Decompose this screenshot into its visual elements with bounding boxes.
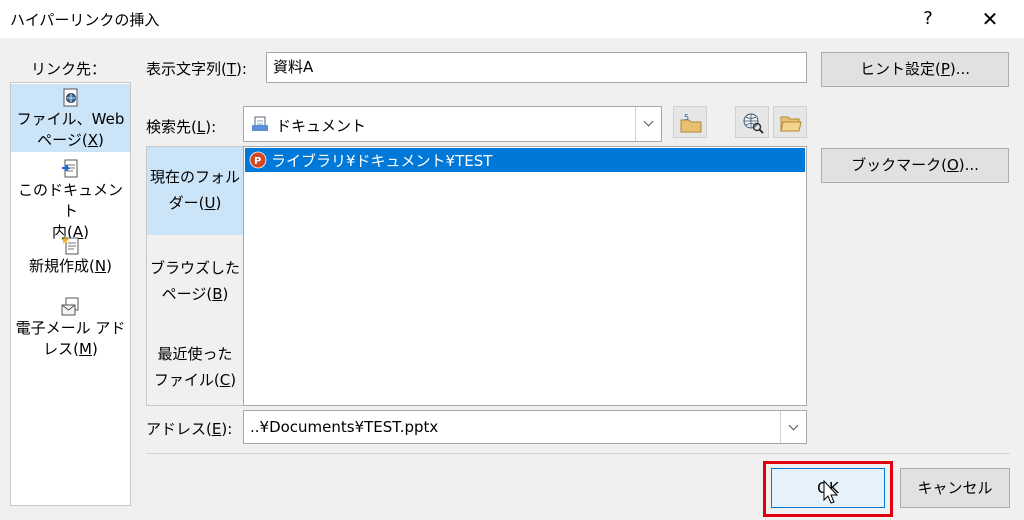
link-to-panel: ファイル、Web ページ(X) このドキュメント 内(A) 新規作成(N) 電子… bbox=[10, 82, 131, 506]
chevron-down-icon[interactable] bbox=[780, 411, 806, 443]
new-document-icon bbox=[60, 236, 78, 255]
tab-label-line2: ファイル(C) bbox=[153, 371, 237, 389]
nav-item-label-line1: 電子メール アド bbox=[15, 319, 126, 337]
tab-label-line1: 最近使った bbox=[157, 345, 233, 363]
up-folder-icon: 5 bbox=[680, 113, 702, 133]
nav-item-label-line2: レス(M) bbox=[43, 340, 98, 358]
cancel-button[interactable]: キャンセル bbox=[900, 468, 1010, 508]
nav-item-label-line1: ファイル、Web bbox=[16, 110, 125, 128]
file-list[interactable]: P ライブラリ¥ドキュメント¥TEST bbox=[243, 146, 807, 406]
look-in-combo[interactable]: ドキュメント bbox=[243, 106, 662, 142]
tab-current-folder[interactable]: 現在のフォル ダー(U) bbox=[147, 147, 243, 235]
svg-text:P: P bbox=[254, 156, 261, 167]
powerpoint-file-icon: P bbox=[249, 151, 267, 169]
annotation-highlight-box bbox=[763, 461, 893, 517]
address-combo[interactable]: ..¥Documents¥TEST.pptx bbox=[243, 410, 807, 444]
bookmark-button[interactable]: ブックマーク(O)... bbox=[821, 148, 1009, 183]
file-name: ライブラリ¥ドキュメント¥TEST bbox=[271, 152, 493, 170]
tab-label-line1: 現在のフォル bbox=[149, 168, 240, 186]
nav-item-label-line2: ページ(X) bbox=[37, 131, 104, 149]
list-item[interactable]: P ライブラリ¥ドキュメント¥TEST bbox=[245, 148, 805, 172]
svg-text:5: 5 bbox=[684, 113, 689, 122]
link-to-existing-file-web[interactable]: ファイル、Web ページ(X) bbox=[11, 84, 130, 152]
hyperlink-dialog: ハイパーリンクの挿入 ? ✕ リンク先： ファイル、Web ページ(X) このド… bbox=[0, 0, 1024, 520]
web-file-icon bbox=[63, 88, 77, 107]
globe-search-icon bbox=[743, 113, 764, 134]
address-label: アドレス(E): bbox=[146, 420, 233, 438]
tab-browsed-pages[interactable]: ブラウズした ページ(B) bbox=[147, 247, 243, 315]
documents-folder-icon bbox=[252, 116, 268, 131]
link-to-label: リンク先： bbox=[31, 60, 107, 78]
source-tabs: 現在のフォル ダー(U) ブラウズした ページ(B) 最近使った ファイル(C) bbox=[146, 146, 243, 406]
address-input[interactable]: ..¥Documents¥TEST.pptx bbox=[250, 418, 438, 436]
tab-recent-files[interactable]: 最近使った ファイル(C) bbox=[147, 335, 243, 403]
nav-item-label-line2: 新規作成(N) bbox=[29, 257, 112, 275]
tab-label-line1: ブラウズした bbox=[149, 259, 240, 277]
close-icon[interactable]: ✕ bbox=[970, 6, 1010, 32]
tab-label-line2: ダー(U) bbox=[168, 194, 222, 212]
this-document-icon bbox=[61, 159, 77, 178]
look-in-value: ドキュメント bbox=[276, 117, 367, 135]
look-in-label: 検索先(L): bbox=[146, 118, 217, 136]
nav-item-label-line1: このドキュメント bbox=[17, 181, 123, 220]
link-to-new-document[interactable]: 新規作成(N) bbox=[11, 231, 130, 287]
email-icon bbox=[61, 297, 78, 316]
screentip-button[interactable]: ヒント設定(P)... bbox=[821, 52, 1009, 87]
display-text-label: 表示文字列(T): bbox=[146, 60, 247, 78]
help-icon[interactable]: ? bbox=[908, 6, 948, 32]
browse-web-button[interactable] bbox=[735, 106, 769, 138]
divider bbox=[146, 453, 1010, 454]
chevron-down-icon[interactable] bbox=[635, 107, 661, 141]
open-folder-icon bbox=[780, 116, 802, 132]
dialog-title: ハイパーリンクの挿入 bbox=[10, 11, 160, 29]
link-to-email-address[interactable]: 電子メール アド レス(M) bbox=[11, 293, 130, 363]
display-text-input[interactable]: 資料A bbox=[266, 52, 807, 83]
browse-file-button[interactable] bbox=[773, 106, 807, 138]
tab-label-line2: ページ(B) bbox=[161, 285, 229, 303]
up-folder-button[interactable]: 5 bbox=[673, 106, 707, 138]
link-to-this-document[interactable]: このドキュメント 内(A) bbox=[11, 155, 130, 241]
title-bar: ハイパーリンクの挿入 ? ✕ bbox=[0, 0, 1024, 38]
